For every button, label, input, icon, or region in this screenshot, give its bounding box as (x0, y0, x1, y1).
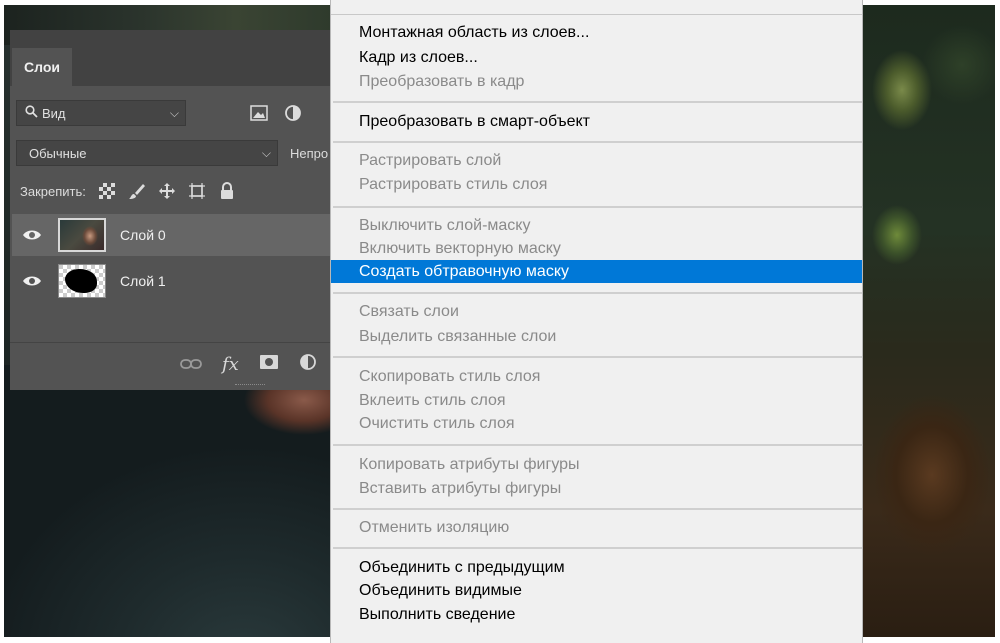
photo-collar (234, 390, 334, 450)
menu-item-rasterize-layer[interactable]: Растрировать слой (331, 149, 862, 172)
menu-top-separator (331, 14, 862, 15)
menu-separator (333, 547, 862, 549)
eye-icon[interactable] (12, 229, 52, 241)
menu-item-rasterize-layer-style[interactable]: Растрировать стиль слоя (331, 173, 862, 196)
menu-item-create-clipping-mask[interactable]: Создать обтравочную маску (331, 260, 862, 283)
menu-separator (333, 206, 862, 208)
artboard-lock-icon[interactable] (188, 182, 206, 200)
search-icon (25, 105, 38, 121)
add-mask-icon[interactable] (259, 354, 279, 375)
menu-separator (333, 356, 862, 358)
layer-row[interactable]: Слой 1 (12, 260, 340, 302)
tab-layers[interactable]: Слои (12, 48, 72, 86)
footer-icons: fx (180, 353, 317, 376)
menu-item-enable-vector-mask[interactable]: Включить векторную маску (331, 237, 862, 260)
lock-transparent-pixels-icon[interactable] (98, 182, 116, 200)
image-filter-icon[interactable] (248, 102, 270, 124)
menu-separator (333, 508, 862, 510)
menu-item-copy-shape-attributes[interactable]: Копировать атрибуты фигуры (331, 453, 862, 476)
layer-name: Слой 1 (120, 273, 166, 289)
menu-item-flatten-image[interactable]: Выполнить сведение (331, 603, 862, 626)
menu-item-select-linked-layers[interactable]: Выделить связанные слои (331, 325, 862, 348)
menu-item-paste-layer-style[interactable]: Вклеить стиль слоя (331, 389, 862, 412)
layer-name: Слой 0 (120, 227, 166, 243)
filter-icons (248, 102, 304, 124)
eye-icon[interactable] (12, 275, 52, 287)
photo-foliage-right (862, 5, 995, 637)
adjustment-layer-icon[interactable] (299, 353, 317, 376)
layer-filter-select[interactable]: Вид ⌵ (16, 100, 186, 126)
lock-position-icon[interactable] (158, 182, 176, 200)
lock-image-pixels-icon[interactable] (128, 182, 146, 200)
menu-item-disable-layer-mask[interactable]: Выключить слой-маску (331, 214, 862, 237)
layers-panel: Слои Вид ⌵ Обычные ⌵ Непро Закрепить: Сл… (10, 30, 340, 390)
fx-icon[interactable]: fx (222, 354, 239, 375)
menu-item-convert-to-frame[interactable]: Преобразовать в кадр (331, 70, 862, 93)
menu-separator (333, 101, 862, 103)
chevron-down-icon: ⌵ (169, 105, 179, 120)
layer-filter-value: Вид (42, 105, 66, 121)
blend-mode-value: Обычные (29, 145, 87, 161)
menu-item-convert-to-smart-object[interactable]: Преобразовать в смарт-объект (331, 110, 862, 133)
adjustment-filter-icon[interactable] (282, 102, 304, 124)
panel-resize-grip[interactable] (235, 384, 265, 389)
layer-row[interactable]: Слой 0 (12, 214, 340, 256)
lock-row: Закрепить: (20, 182, 236, 200)
blend-mode-select[interactable]: Обычные ⌵ (16, 140, 278, 166)
layer-context-menu: Монтажная область из слоев... Кадр из сл… (330, 0, 863, 643)
menu-item-paste-shape-attributes[interactable]: Вставить атрибуты фигуры (331, 477, 862, 500)
layer-thumbnail (58, 264, 106, 298)
menu-item-clear-layer-style[interactable]: Очистить стиль слоя (331, 412, 862, 435)
lock-all-icon[interactable] (218, 182, 236, 200)
layer-thumbnail (58, 218, 106, 252)
lock-label: Закрепить: (20, 183, 86, 199)
panel-tab-bar: Слои (10, 30, 340, 86)
menu-item-merge-down[interactable]: Объединить с предыдущим (331, 556, 862, 579)
opacity-label: Непро (290, 146, 329, 161)
menu-separator (333, 141, 862, 143)
link-layers-icon[interactable] (180, 354, 202, 375)
tab-layers-label: Слои (24, 59, 60, 75)
menu-item-release-isolation[interactable]: Отменить изоляцию (331, 516, 862, 539)
panel-footer: fx (10, 342, 340, 385)
menu-separator (333, 444, 862, 446)
menu-separator (333, 292, 862, 294)
chevron-down-icon: ⌵ (261, 145, 271, 160)
menu-item-frame-from-layers[interactable]: Кадр из слоев... (331, 46, 862, 69)
menu-item-merge-visible[interactable]: Объединить видимые (331, 579, 862, 602)
menu-item-artboard-from-layers[interactable]: Монтажная область из слоев... (331, 21, 862, 44)
menu-item-copy-layer-style[interactable]: Скопировать стиль слоя (331, 365, 862, 388)
menu-item-link-layers[interactable]: Связать слои (331, 300, 862, 323)
